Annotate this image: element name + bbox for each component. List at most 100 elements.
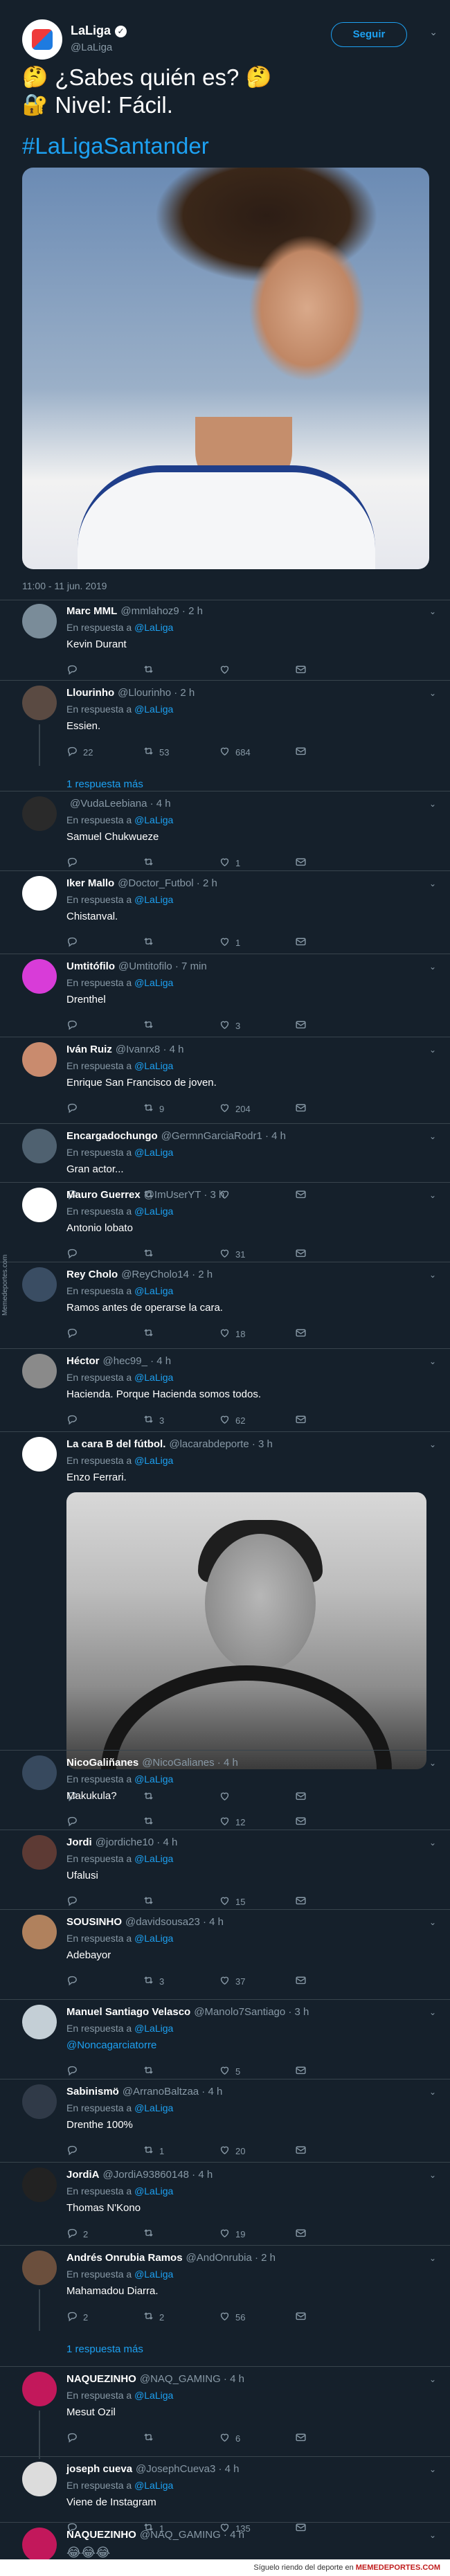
author-handle[interactable]: @ImUserYT · 3 h — [144, 1189, 225, 1201]
chevron-down-icon[interactable]: ⌄ — [429, 1917, 436, 1927]
like-action[interactable]: 31 — [219, 1247, 245, 1261]
more-replies-link[interactable]: 1 respuesta más — [66, 778, 143, 790]
message-action[interactable] — [295, 2144, 307, 2158]
chevron-down-icon[interactable]: ⌄ — [429, 2170, 436, 2180]
in-reply-mention[interactable]: @LaLiga — [134, 1933, 173, 1944]
chevron-down-icon[interactable]: ⌄ — [429, 1357, 436, 1366]
reply-action[interactable] — [66, 2064, 83, 2078]
reply-action[interactable]: 2 — [66, 2310, 88, 2324]
author-name[interactable]: Marc MML — [66, 605, 117, 617]
reply-action[interactable] — [66, 2144, 83, 2158]
chevron-down-icon[interactable]: ⌄ — [429, 26, 438, 38]
reply-action[interactable] — [66, 2431, 83, 2445]
in-reply-mention[interactable]: @LaLiga — [134, 2390, 173, 2401]
in-reply-mention[interactable]: @LaLiga — [134, 1206, 173, 1217]
retweet-action[interactable]: 1 — [143, 2144, 164, 2158]
author-name[interactable]: Umtitófilo — [66, 960, 115, 972]
reply-text[interactable]: @Noncagarciatorre — [66, 2039, 156, 2051]
retweet-action[interactable]: 9 — [143, 1102, 164, 1116]
avatar[interactable] — [22, 959, 57, 994]
retweet-action[interactable]: 53 — [143, 745, 169, 759]
like-action[interactable]: 18 — [219, 1327, 245, 1341]
message-action[interactable] — [295, 1019, 307, 1032]
message-action[interactable] — [295, 1895, 307, 1908]
like-action[interactable]: 3 — [219, 1019, 240, 1032]
like-action[interactable]: 1 — [219, 936, 240, 949]
author-handle[interactable]: @Manolo7Santiago · 3 h — [194, 2006, 309, 2018]
author-name[interactable]: Andrés Onrubia Ramos — [66, 2252, 183, 2264]
reply-action[interactable] — [66, 936, 83, 949]
chevron-down-icon[interactable]: ⌄ — [429, 2253, 436, 2263]
avatar[interactable] — [22, 1042, 57, 1077]
avatar[interactable] — [22, 2084, 57, 2119]
like-action[interactable]: 684 — [219, 745, 251, 759]
author-handle[interactable]: @NAQ_GAMING · 4 h — [140, 2373, 244, 2385]
avatar[interactable] — [22, 2251, 57, 2285]
chevron-down-icon[interactable]: ⌄ — [429, 1270, 436, 1280]
more-replies-link[interactable]: 1 respuesta más — [66, 2343, 143, 2355]
author-handle[interactable]: @Llourinho · 2 h — [118, 687, 195, 699]
reply-action[interactable] — [66, 1327, 83, 1341]
author-name[interactable]: Llourinho — [66, 687, 114, 699]
retweet-action[interactable]: 3 — [143, 1413, 164, 1427]
author-name[interactable]: Iker Mallo — [66, 877, 114, 889]
author-handle[interactable]: @JosephCueva3 · 4 h — [136, 2463, 239, 2475]
like-action[interactable]: 1 — [219, 856, 240, 870]
in-reply-mention[interactable]: @LaLiga — [134, 2269, 173, 2280]
retweet-action[interactable] — [143, 2227, 159, 2241]
like-action[interactable]: 204 — [219, 1102, 251, 1116]
message-action[interactable] — [295, 936, 307, 949]
avatar[interactable] — [22, 796, 57, 831]
in-reply-mention[interactable]: @LaLiga — [134, 977, 173, 988]
like-action[interactable]: 12 — [219, 1815, 245, 1829]
avatar[interactable] — [22, 2167, 57, 2202]
author-handle[interactable]: @AndOnrubia · 2 h — [186, 2252, 276, 2264]
message-action[interactable] — [295, 1188, 307, 1202]
author-name[interactable]: Jordi — [66, 1836, 92, 1848]
in-reply-mention[interactable]: @LaLiga — [134, 1147, 173, 1158]
chevron-down-icon[interactable]: ⌄ — [429, 799, 436, 809]
message-action[interactable] — [295, 1815, 307, 1829]
retweet-action[interactable]: 2 — [143, 2310, 164, 2324]
in-reply-mention[interactable]: @LaLiga — [134, 2185, 173, 2197]
avatar[interactable] — [22, 876, 57, 911]
author-name[interactable]: NAQUEZINHO — [66, 2529, 136, 2541]
in-reply-mention[interactable]: @LaLiga — [134, 1372, 173, 1383]
reply-action[interactable] — [66, 1247, 83, 1261]
author-name-row[interactable]: LaLiga ✓ — [71, 24, 127, 38]
author-name[interactable]: Sabinismö — [66, 2086, 119, 2098]
chevron-down-icon[interactable]: ⌄ — [429, 2007, 436, 2017]
like-action[interactable]: 62 — [219, 1413, 245, 1427]
author-handle[interactable]: @NAQ_GAMING · 4 h — [140, 2529, 244, 2541]
author-name[interactable]: Mauro Guerrex — [66, 1189, 141, 1201]
chevron-down-icon[interactable]: ⌄ — [429, 2087, 436, 2097]
reply-action[interactable] — [66, 1815, 83, 1829]
tweet-photo[interactable] — [22, 168, 429, 569]
in-reply-mention[interactable]: @LaLiga — [134, 1773, 173, 1785]
chevron-down-icon[interactable]: ⌄ — [429, 1132, 436, 1141]
message-action[interactable] — [295, 1327, 307, 1341]
avatar[interactable] — [22, 1188, 57, 1222]
message-action[interactable] — [295, 745, 307, 759]
author-handle[interactable]: @davidsousa23 · 4 h — [125, 1916, 224, 1928]
avatar[interactable] — [22, 1129, 57, 1163]
author-handle[interactable]: @ArranoBaltzaa · 4 h — [123, 2086, 222, 2098]
retweet-action[interactable] — [143, 1327, 159, 1341]
reply-action[interactable] — [66, 1974, 83, 1988]
retweet-action[interactable] — [143, 2064, 159, 2078]
in-reply-mention[interactable]: @LaLiga — [134, 1853, 173, 1864]
like-action[interactable] — [219, 663, 235, 677]
retweet-action[interactable] — [143, 1895, 159, 1908]
author-name[interactable]: LaLiga — [71, 24, 111, 37]
message-action[interactable] — [295, 2310, 307, 2324]
avatar[interactable] — [22, 1835, 57, 1870]
chevron-down-icon[interactable]: ⌄ — [429, 2530, 436, 2540]
avatar[interactable] — [22, 19, 62, 60]
author-name[interactable]: joseph cueva — [66, 2463, 132, 2475]
reply-action[interactable]: 22 — [66, 745, 93, 759]
message-action[interactable] — [295, 1247, 307, 1261]
hashtag-link[interactable]: #LaLigaSantander — [22, 133, 209, 159]
avatar[interactable] — [22, 686, 57, 720]
author-handle[interactable]: @Doctor_Futbol · 2 h — [118, 877, 217, 889]
author-handle[interactable]: @lacarabdeporte · 3 h — [169, 1438, 272, 1450]
